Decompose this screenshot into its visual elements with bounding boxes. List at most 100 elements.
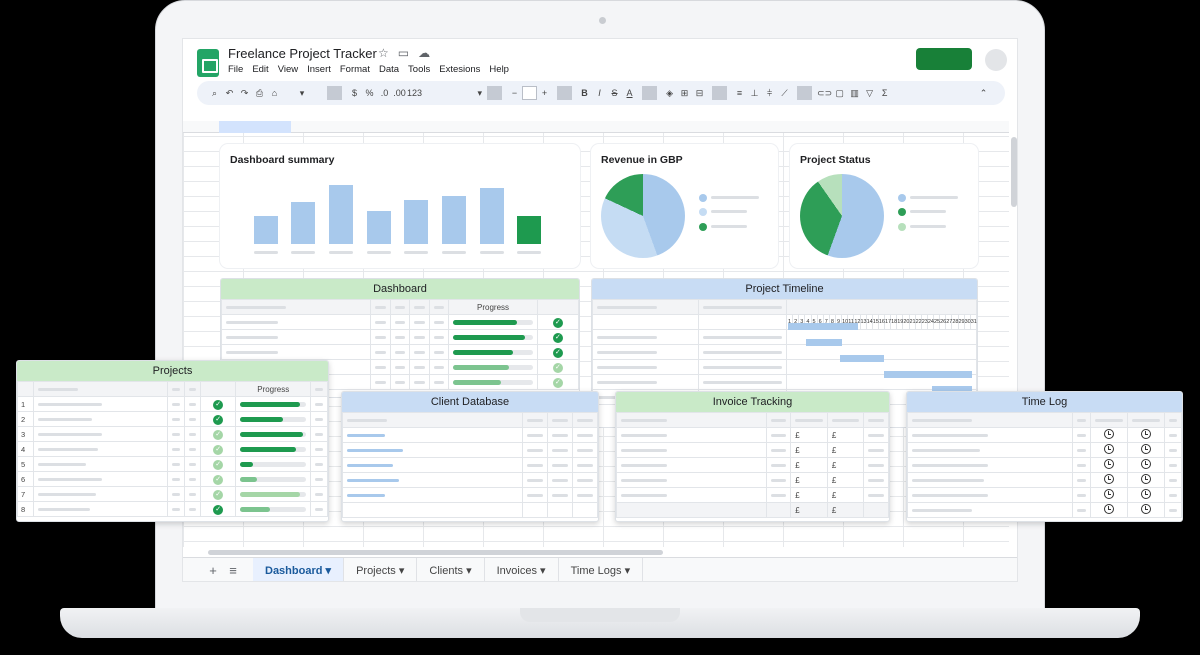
table-row[interactable] (907, 427, 1182, 443)
valign-icon[interactable]: ⊥ (747, 88, 762, 99)
table-row[interactable] (907, 472, 1182, 488)
filter-icon[interactable]: ▽ (862, 88, 877, 99)
italic-icon[interactable]: I (592, 88, 607, 98)
check-icon: ✓ (213, 444, 224, 455)
fill-color-icon[interactable]: ◈ (662, 88, 677, 99)
gantt-bar[interactable] (884, 371, 972, 378)
document-title[interactable]: Freelance Project Tracker (228, 46, 377, 61)
menu-data[interactable]: Data (379, 64, 399, 75)
cloud-icon[interactable]: ☁ (418, 46, 430, 60)
redo-icon[interactable]: ↷ (237, 88, 252, 99)
menu-view[interactable]: View (278, 64, 298, 75)
gantt-bar[interactable] (840, 355, 884, 362)
font-dropdown[interactable]: ▾ (422, 88, 483, 99)
table-row[interactable]: £ £ (616, 442, 889, 458)
progress-bar (453, 364, 533, 370)
gantt-bar[interactable] (788, 323, 858, 330)
share-button[interactable] (916, 48, 972, 70)
bold-icon[interactable]: B (577, 88, 592, 98)
functions-icon[interactable]: Σ (877, 88, 892, 98)
table-row[interactable]: 3 ✓ (17, 426, 328, 442)
check-icon: ✓ (213, 474, 224, 485)
table-row[interactable]: ✓ (221, 314, 579, 330)
sheets-logo-icon[interactable] (197, 49, 219, 77)
table-row[interactable] (342, 502, 598, 518)
check-icon: ✓ (213, 504, 224, 515)
number-format-button[interactable]: 123 (407, 88, 422, 98)
zoom-dropdown[interactable]: ▾ (282, 88, 322, 99)
add-sheet-button[interactable]: + (203, 563, 223, 578)
merge-cells-icon[interactable]: ⊟ (692, 88, 707, 99)
gantt-bar[interactable] (806, 339, 842, 346)
table-row[interactable] (592, 344, 977, 360)
table-row[interactable] (907, 457, 1182, 473)
tab-clients[interactable]: Clients ▾ (417, 557, 485, 581)
table-row[interactable] (907, 442, 1182, 458)
table-row[interactable] (907, 487, 1182, 503)
link-icon[interactable]: ⊂⊃ (817, 88, 832, 99)
print-icon[interactable]: ⎙ (252, 88, 267, 99)
table-row[interactable] (342, 427, 598, 443)
table-row[interactable]: £ £ (616, 457, 889, 473)
legend-dot (898, 208, 906, 216)
paint-format-icon[interactable]: ⌂ (267, 88, 282, 98)
table-row[interactable]: 8 ✓ (17, 501, 328, 517)
avatar[interactable] (985, 49, 1007, 71)
menu-format[interactable]: Format (340, 64, 370, 75)
horizontal-scrollbar[interactable] (208, 550, 663, 555)
align-icon[interactable]: ≡ (732, 88, 747, 98)
menu-edit[interactable]: Edit (252, 64, 268, 75)
tab-projects[interactable]: Projects ▾ (344, 557, 418, 581)
day-31: 31 (969, 314, 977, 330)
table-row[interactable]: 5 ✓ (17, 456, 328, 472)
table-row[interactable] (907, 502, 1182, 518)
table-row[interactable] (342, 487, 598, 503)
chart-icon[interactable]: ▥ (847, 88, 862, 99)
table-row[interactable] (592, 329, 977, 345)
table-row[interactable]: £ £ (616, 472, 889, 488)
tab-dashboard[interactable]: Dashboard ▾ (253, 557, 345, 581)
table-row[interactable] (342, 442, 598, 458)
table-row[interactable] (342, 472, 598, 488)
text-color-icon[interactable]: A (622, 88, 637, 98)
folder-icon[interactable]: ▭ (398, 46, 409, 60)
table-row[interactable] (342, 457, 598, 473)
tab-time-logs[interactable]: Time Logs ▾ (559, 557, 644, 581)
table-row[interactable]: ✓ (221, 329, 579, 345)
borders-icon[interactable]: ⊞ (677, 88, 692, 99)
menu-help[interactable]: Help (489, 64, 509, 75)
collapse-toolbar-icon[interactable]: ⌃ (976, 88, 991, 99)
font-size-input[interactable] (522, 86, 538, 100)
table-row[interactable]: £ £ (616, 427, 889, 443)
undo-icon[interactable]: ↶ (222, 88, 237, 99)
decrease-decimal-button[interactable]: .0 (377, 88, 392, 98)
table-row[interactable]: 6 ✓ (17, 471, 328, 487)
menu-file[interactable]: File (228, 64, 243, 75)
font-size-decrease-icon[interactable]: − (507, 88, 522, 98)
menu-extensions[interactable]: Extesions (439, 64, 480, 75)
wrap-icon[interactable]: ⫩ (762, 88, 777, 99)
progress-bar (240, 506, 307, 512)
table-row[interactable]: 7 ✓ (17, 486, 328, 502)
percent-button[interactable]: % (362, 88, 377, 98)
tab-invoices[interactable]: Invoices ▾ (485, 557, 559, 581)
strikethrough-icon[interactable]: S (607, 88, 622, 98)
comment-icon[interactable]: ▢ (832, 88, 847, 99)
rotate-icon[interactable]: ⟋ (777, 88, 792, 99)
table-row[interactable]: ✓ (221, 344, 579, 360)
table-row[interactable]: 1 ✓ (17, 396, 328, 412)
table-row[interactable]: 2 ✓ (17, 411, 328, 427)
font-size-increase-icon[interactable]: + (537, 88, 552, 98)
search-icon[interactable]: ⌕ (207, 88, 222, 99)
vertical-scrollbar[interactable] (1011, 137, 1017, 207)
chevron-down-icon: ▾ (398, 564, 405, 577)
menu-tools[interactable]: Tools (408, 64, 430, 75)
currency-button[interactable]: $ (347, 88, 362, 98)
star-icon[interactable]: ☆ (378, 46, 389, 60)
table-row[interactable]: £ £ (616, 502, 889, 518)
all-sheets-button[interactable]: ≡ (223, 563, 243, 578)
table-row[interactable]: 4 ✓ (17, 441, 328, 457)
increase-decimal-button[interactable]: .00 (392, 88, 407, 98)
menu-insert[interactable]: Insert (307, 64, 331, 75)
table-row[interactable]: £ £ (616, 487, 889, 503)
